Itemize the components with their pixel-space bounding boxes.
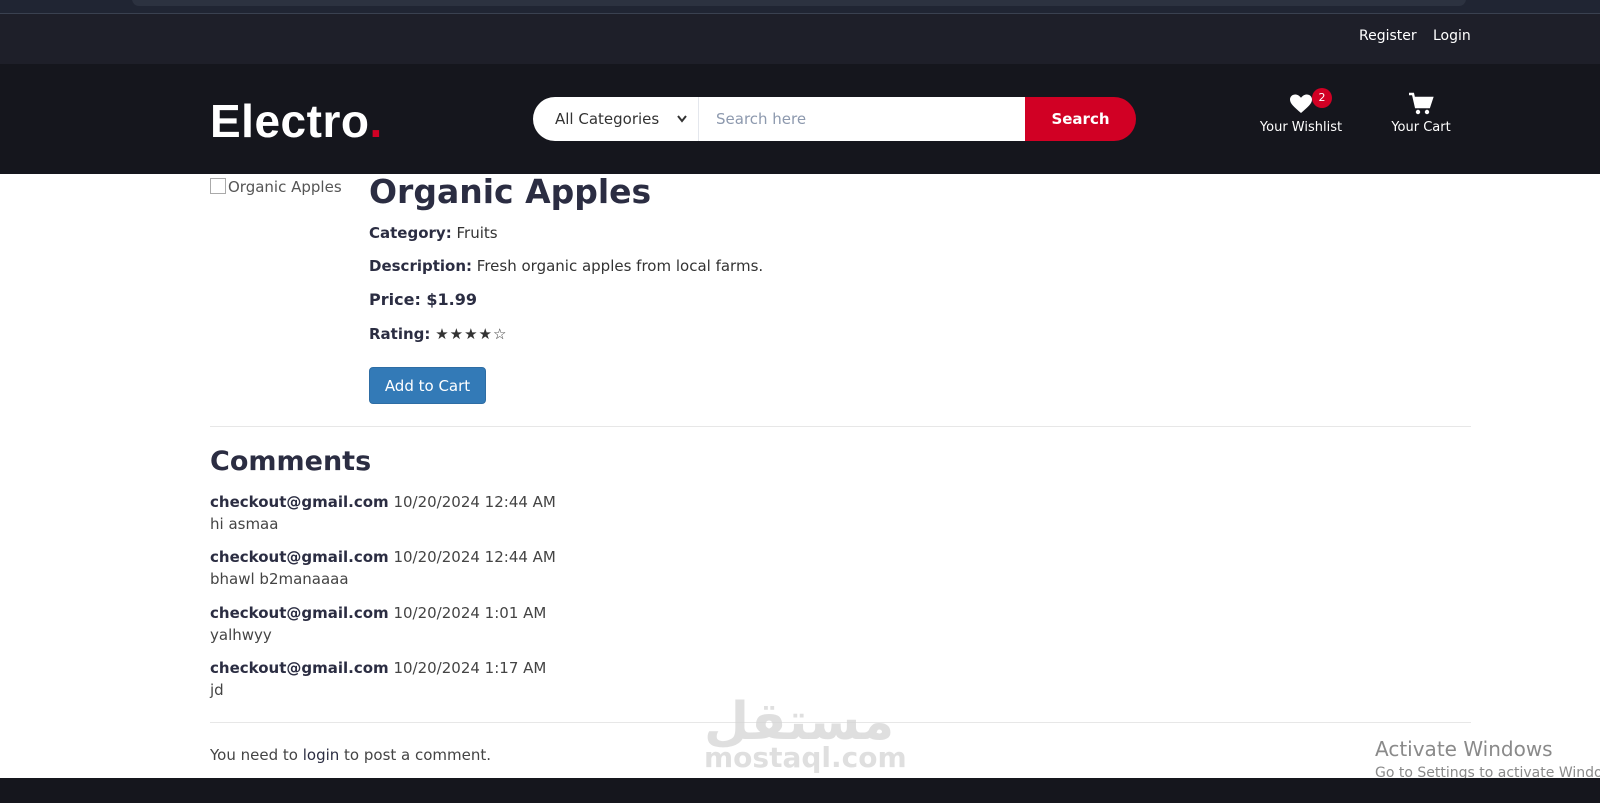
product-image: Organic Apples xyxy=(210,178,342,196)
add-to-cart-button[interactable]: Add to Cart xyxy=(369,367,486,404)
comment-item: checkout@gmail.com 10/20/2024 12:44 AM h… xyxy=(210,493,556,533)
watermark: مستقل mostaql.com xyxy=(704,696,907,774)
activate-windows-notice: Activate Windows Go to Settings to activ… xyxy=(1375,737,1600,781)
product-price: Price: $1.99 xyxy=(369,290,477,309)
browser-address-bar[interactable] xyxy=(132,0,1466,6)
search-form: All Categories Search xyxy=(533,97,1136,141)
heart-icon xyxy=(1246,92,1356,116)
description-value: Fresh organic apples from local farms. xyxy=(476,257,764,275)
top-header: Register Login xyxy=(0,14,1600,64)
cart-label: Your Cart xyxy=(1391,120,1451,135)
comment-text: bhawl b2manaaaa xyxy=(210,570,349,588)
cart-link[interactable]: Your Cart xyxy=(1366,92,1476,135)
comments-heading: Comments xyxy=(210,446,372,477)
comment-date: 10/20/2024 12:44 AM xyxy=(393,493,556,511)
comment-text: jd xyxy=(210,681,224,699)
wishlist-link[interactable]: Your Wishlist 2 xyxy=(1246,88,1356,135)
comment-date: 10/20/2024 1:17 AM xyxy=(393,659,547,677)
product-category: Category: Fruits xyxy=(369,224,498,242)
product-image-alt: Organic Apples xyxy=(228,178,342,196)
price-text: Price: $1.99 xyxy=(369,290,478,309)
login-prompt: You need to login to post a comment. xyxy=(210,746,491,764)
comment-item: checkout@gmail.com 10/20/2024 1:01 AM ya… xyxy=(210,604,546,644)
category-value: Fruits xyxy=(456,224,498,242)
login-link[interactable]: Login xyxy=(1433,28,1471,44)
comment-item: checkout@gmail.com 10/20/2024 1:17 AM jd xyxy=(210,659,546,699)
comment-author: checkout@gmail.com xyxy=(210,493,389,511)
login-prompt-suffix: to post a comment. xyxy=(344,746,492,764)
comment-item: checkout@gmail.com 10/20/2024 12:44 AM b… xyxy=(210,548,556,588)
logo-text: Electro xyxy=(210,95,370,147)
footer xyxy=(0,778,1600,803)
comment-login-link[interactable]: login xyxy=(303,746,340,764)
comment-author: checkout@gmail.com xyxy=(210,548,389,566)
rating-label: Rating: xyxy=(369,325,431,343)
watermark-latin: mostaql.com xyxy=(704,741,907,774)
chevron-down-icon xyxy=(676,97,688,159)
category-select[interactable]: All Categories xyxy=(533,97,699,141)
browser-strip xyxy=(0,0,1600,14)
activate-windows-title: Activate Windows xyxy=(1375,737,1553,761)
search-button[interactable]: Search xyxy=(1025,97,1136,141)
register-link[interactable]: Register xyxy=(1359,28,1417,44)
search-input[interactable] xyxy=(699,97,1025,141)
category-label: Category: xyxy=(369,224,452,242)
login-prompt-prefix: You need to xyxy=(210,746,298,764)
description-label: Description: xyxy=(369,257,473,275)
logo-dot: . xyxy=(369,95,383,147)
wishlist-label: Your Wishlist xyxy=(1259,120,1343,135)
comment-text: hi asmaa xyxy=(210,515,279,533)
comment-author: checkout@gmail.com xyxy=(210,659,389,677)
broken-image-icon xyxy=(210,178,226,194)
comment-text: yalhwyy xyxy=(210,626,272,644)
site-logo[interactable]: Electro. xyxy=(210,94,383,148)
comment-date: 10/20/2024 1:01 AM xyxy=(393,604,547,622)
divider xyxy=(210,426,1471,427)
comment-author: checkout@gmail.com xyxy=(210,604,389,622)
comment-date: 10/20/2024 12:44 AM xyxy=(393,548,556,566)
category-select-value: All Categories xyxy=(555,110,660,128)
cart-icon xyxy=(1366,92,1476,116)
wishlist-count-badge: 2 xyxy=(1312,88,1332,108)
product-description: Description: Fresh organic apples from l… xyxy=(369,257,763,275)
main-header: Electro. All Categories Search Your Wish… xyxy=(0,64,1600,174)
product-title: Organic Apples xyxy=(369,172,652,211)
rating-stars: ★★★★☆ xyxy=(435,325,508,343)
product-rating: Rating: ★★★★☆ xyxy=(369,325,507,343)
